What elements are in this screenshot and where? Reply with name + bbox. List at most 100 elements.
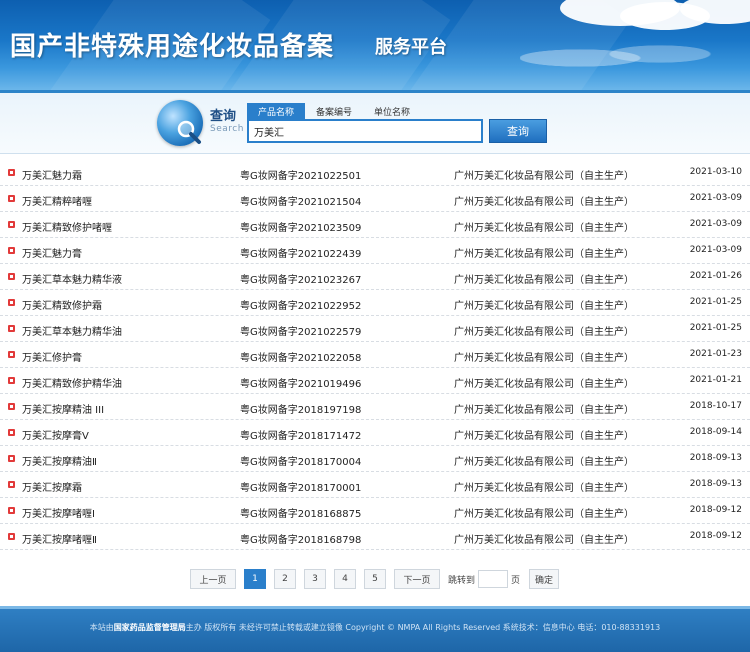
record-number: 粤G妆网备字2021023509 — [240, 223, 362, 234]
record-date: 2021-01-26 — [689, 271, 742, 281]
record-number: 粤G妆网备字2021022501 — [240, 171, 362, 182]
product-name[interactable]: 万美汇修护膏 — [22, 349, 82, 364]
next-page-button[interactable]: 下一页 — [394, 569, 440, 589]
list-item[interactable]: 万美汇按摩精油 III 粤G妆网备字2018197198 广州万美汇化妆品有限公… — [0, 394, 750, 420]
list-item[interactable]: 万美汇精致修护精华油 粤G妆网备字2021019496 广州万美汇化妆品有限公司… — [0, 368, 750, 394]
product-name[interactable]: 万美汇按摩霜 — [22, 479, 82, 494]
goto-label: 跳转到 — [448, 575, 476, 586]
company-name: 广州万美汇化妆品有限公司（自主生产） — [454, 405, 634, 416]
page-button-4[interactable]: 4 — [334, 569, 356, 589]
record-date: 2018-09-13 — [689, 453, 742, 463]
company-name: 广州万美汇化妆品有限公司（自主生产） — [454, 431, 634, 442]
page-unit-label: 页 — [511, 575, 521, 586]
magnifier-icon — [177, 120, 201, 144]
list-item[interactable]: 万美汇按摩霜 粤G妆网备字2018170001 广州万美汇化妆品有限公司（自主生… — [0, 472, 750, 498]
company-name: 广州万美汇化妆品有限公司（自主生产） — [454, 353, 634, 364]
list-item[interactable]: 万美汇修护膏 粤G妆网备字2021022058 广州万美汇化妆品有限公司（自主生… — [0, 342, 750, 368]
record-number: 粤G妆网备字2021022439 — [240, 249, 362, 260]
record-date: 2021-01-25 — [689, 297, 742, 307]
record-number: 粤G妆网备字2021022952 — [240, 301, 362, 312]
list-item[interactable]: 万美汇按摩啫喱Ⅱ 粤G妆网备字2018168798 广州万美汇化妆品有限公司（自… — [0, 524, 750, 550]
list-item[interactable]: 万美汇精致修护霜 粤G妆网备字2021022952 广州万美汇化妆品有限公司（自… — [0, 290, 750, 316]
product-name[interactable]: 万美汇精致修护啫喱 — [22, 219, 112, 234]
header-banner: 国产非特殊用途化妆品备案 服务平台 — [0, 0, 750, 90]
product-name[interactable]: 万美汇按摩膏V — [22, 427, 89, 442]
product-name[interactable]: 万美汇按摩精油 III — [22, 401, 104, 416]
pagination: 上一页 1 2 3 4 5 下一页 跳转到 页 确定 — [190, 568, 567, 590]
tab-company-name[interactable]: 单位名称 — [363, 103, 421, 119]
product-name[interactable]: 万美汇精致修护精华油 — [22, 375, 122, 390]
product-name[interactable]: 万美汇按摩啫喱Ⅱ — [22, 531, 97, 546]
company-name: 广州万美汇化妆品有限公司（自主生产） — [454, 249, 634, 260]
record-date: 2018-09-13 — [689, 479, 742, 489]
record-number: 粤G妆网备字2021022579 — [240, 327, 362, 338]
bullet-icon — [8, 377, 15, 384]
record-number: 粤G妆网备字2018170004 — [240, 457, 362, 468]
bullet-icon — [8, 273, 15, 280]
company-name: 广州万美汇化妆品有限公司（自主生产） — [454, 223, 634, 234]
search-panel: 查询 Search 产品名称 备案编号 单位名称 查询 — [0, 90, 750, 154]
record-date: 2018-10-17 — [689, 401, 742, 411]
record-number: 粤G妆网备字2018170001 — [240, 483, 362, 494]
prev-page-button[interactable]: 上一页 — [190, 569, 236, 589]
company-name: 广州万美汇化妆品有限公司（自主生产） — [454, 197, 634, 208]
list-item[interactable]: 万美汇按摩膏V 粤G妆网备字2018171472 广州万美汇化妆品有限公司（自主… — [0, 420, 750, 446]
page-button-2[interactable]: 2 — [274, 569, 296, 589]
product-name[interactable]: 万美汇精粹啫喱 — [22, 193, 92, 208]
site-subtitle: 服务平台 — [375, 37, 447, 58]
tab-product-name[interactable]: 产品名称 — [247, 103, 306, 119]
list-item[interactable]: 万美汇按摩啫喱Ⅰ 粤G妆网备字2018168875 广州万美汇化妆品有限公司（自… — [0, 498, 750, 524]
product-name[interactable]: 万美汇草本魅力精华液 — [22, 271, 122, 286]
record-number: 粤G妆网备字2021019496 — [240, 379, 362, 390]
record-date: 2021-03-09 — [689, 193, 742, 203]
goto-page-input[interactable] — [478, 570, 509, 588]
bullet-icon — [8, 507, 15, 514]
bullet-icon — [8, 247, 15, 254]
product-name[interactable]: 万美汇草本魅力精华油 — [22, 323, 122, 338]
page-button-1[interactable]: 1 — [244, 569, 266, 589]
list-item[interactable]: 万美汇按摩精油Ⅱ 粤G妆网备字2018170004 广州万美汇化妆品有限公司（自… — [0, 446, 750, 472]
results-list: 万美汇魅力霜 粤G妆网备字2021022501 广州万美汇化妆品有限公司（自主生… — [0, 160, 750, 550]
list-item[interactable]: 万美汇魅力膏 粤G妆网备字2021022439 广州万美汇化妆品有限公司（自主生… — [0, 238, 750, 264]
company-name: 广州万美汇化妆品有限公司（自主生产） — [454, 379, 634, 390]
record-date: 2021-01-23 — [689, 349, 742, 359]
product-name[interactable]: 万美汇魅力膏 — [22, 245, 82, 260]
record-date: 2021-01-21 — [689, 375, 742, 385]
search-button[interactable]: 查询 — [489, 119, 547, 143]
search-input[interactable] — [247, 119, 483, 143]
record-date: 2018-09-14 — [689, 427, 742, 437]
record-number: 粤G妆网备字2021021504 — [240, 197, 362, 208]
company-name: 广州万美汇化妆品有限公司（自主生产） — [454, 509, 634, 520]
footer-org-link[interactable]: 国家药品监督管理局 — [114, 623, 186, 632]
record-number: 粤G妆网备字2018171472 — [240, 431, 362, 442]
list-item[interactable]: 万美汇精致修护啫喱 粤G妆网备字2021023509 广州万美汇化妆品有限公司（… — [0, 212, 750, 238]
bullet-icon — [8, 533, 15, 540]
bullet-icon — [8, 299, 15, 306]
bullet-icon — [8, 429, 15, 436]
record-date: 2018-09-12 — [689, 531, 742, 541]
company-name: 广州万美汇化妆品有限公司（自主生产） — [454, 457, 634, 468]
company-name: 广州万美汇化妆品有限公司（自主生产） — [454, 171, 634, 182]
list-item[interactable]: 万美汇草本魅力精华液 粤G妆网备字2021023267 广州万美汇化妆品有限公司… — [0, 264, 750, 290]
list-item[interactable]: 万美汇精粹啫喱 粤G妆网备字2021021504 广州万美汇化妆品有限公司（自主… — [0, 186, 750, 212]
footer-text: 本站由国家药品监督管理局主办 版权所有 未经许可禁止转载或建立镜像 Copyri… — [0, 622, 750, 633]
tab-record-number[interactable]: 备案编号 — [305, 103, 363, 119]
bullet-icon — [8, 403, 15, 410]
company-name: 广州万美汇化妆品有限公司（自主生产） — [454, 483, 634, 494]
company-name: 广州万美汇化妆品有限公司（自主生产） — [454, 535, 634, 546]
page-button-3[interactable]: 3 — [304, 569, 326, 589]
world-map-decoration — [520, 38, 720, 78]
bullet-icon — [8, 481, 15, 488]
record-date: 2021-03-09 — [689, 219, 742, 229]
footer: 本站由国家药品监督管理局主办 版权所有 未经许可禁止转载或建立镜像 Copyri… — [0, 606, 750, 652]
product-name[interactable]: 万美汇按摩精油Ⅱ — [22, 453, 97, 468]
confirm-button[interactable]: 确定 — [529, 569, 560, 589]
bullet-icon — [8, 455, 15, 462]
product-name[interactable]: 万美汇按摩啫喱Ⅰ — [22, 505, 95, 520]
list-item[interactable]: 万美汇草本魅力精华油 粤G妆网备字2021022579 广州万美汇化妆品有限公司… — [0, 316, 750, 342]
product-name[interactable]: 万美汇魅力霜 — [22, 167, 82, 182]
page-button-5[interactable]: 5 — [364, 569, 386, 589]
site-title: 国产非特殊用途化妆品备案 — [10, 32, 335, 62]
list-item[interactable]: 万美汇魅力霜 粤G妆网备字2021022501 广州万美汇化妆品有限公司（自主生… — [0, 160, 750, 186]
product-name[interactable]: 万美汇精致修护霜 — [22, 297, 102, 312]
